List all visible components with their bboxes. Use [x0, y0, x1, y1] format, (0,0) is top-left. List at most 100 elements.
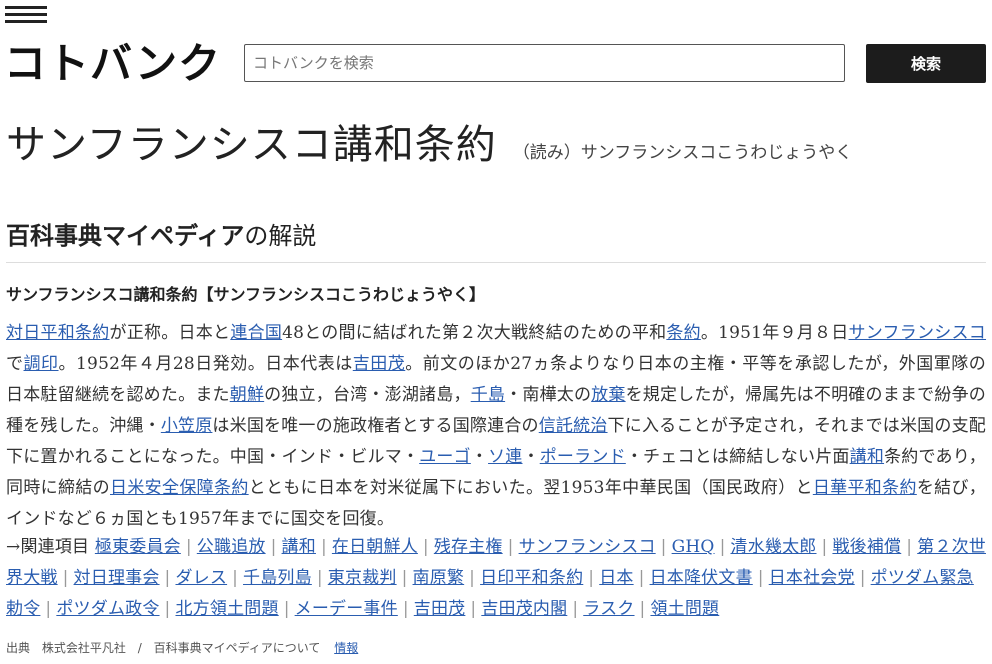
related-item-link[interactable]: 領土問題 — [650, 599, 719, 619]
related-item-link[interactable]: 講和 — [282, 537, 316, 557]
article-text: 。1951年９月８日 — [700, 323, 849, 343]
related-item-link[interactable]: 在日朝鮮人 — [332, 537, 418, 557]
article-link[interactable]: 日米安全保障条約 — [110, 478, 249, 498]
source-name: 百科事典マイペディア — [6, 222, 245, 250]
site-logo[interactable]: コトバンク — [4, 36, 221, 92]
related-item-link[interactable]: 日印平和条約 — [480, 568, 583, 588]
related-item-link[interactable]: 残存主権 — [434, 537, 503, 557]
article-text: ・チェコとは締結しない片面 — [625, 447, 850, 467]
footer-info-link[interactable]: 情報 — [334, 641, 358, 655]
article-text: が正称。日本と — [109, 323, 231, 343]
article-text: の独立，台湾・澎湖諸島， — [264, 385, 471, 405]
related-separator: | — [660, 537, 667, 557]
footer-about: 百科事典マイペディアについて — [153, 641, 321, 655]
article-text: 48との間に結ばれた第２次大戦終結のための平和 — [282, 323, 667, 343]
related-separator: | — [164, 599, 171, 619]
source-heading: 百科事典マイペディアの解説 — [6, 216, 316, 251]
related-separator: | — [470, 599, 477, 619]
entry-heading: サンフランシスコ講和条約【サンフランシスコこうわじょうやく】 — [6, 285, 486, 304]
related-item-link[interactable]: 極東委員会 — [95, 537, 181, 557]
footer: 出典 株式会社平凡社 / 百科事典マイペディアについて 情報 — [6, 639, 358, 656]
related-item-link[interactable]: ダレス — [175, 568, 227, 588]
related-separator: | — [859, 568, 866, 588]
related-separator: | — [320, 537, 327, 557]
hamburger-menu-icon[interactable] — [5, 3, 47, 25]
related-item-link[interactable]: 戦後補償 — [832, 537, 901, 557]
related-separator: | — [507, 537, 514, 557]
article-text: 。1952年４月28日発効。日本代表は — [58, 354, 353, 374]
article-link[interactable]: 条約 — [666, 323, 701, 343]
related-item-link[interactable]: 日本 — [599, 568, 633, 588]
related-separator: | — [283, 599, 290, 619]
related-item-link[interactable]: 日本降伏文書 — [650, 568, 753, 588]
related-item-link[interactable]: サンフランシスコ — [519, 537, 656, 557]
search-button[interactable]: 検索 — [866, 44, 986, 83]
related-item-link[interactable]: 吉田茂内閣 — [481, 599, 567, 619]
related-separator: | — [401, 568, 408, 588]
related-item-link[interactable]: 日本社会党 — [769, 568, 855, 588]
article-text: で — [6, 354, 24, 374]
related-item-link[interactable]: メーデー事件 — [295, 599, 398, 619]
article-text: ・ — [470, 447, 489, 467]
related-item-link[interactable]: GHQ — [672, 537, 715, 557]
related-separator: | — [164, 568, 171, 588]
related-separator: | — [62, 568, 69, 588]
footer-slash: / — [137, 641, 142, 655]
related-item-link[interactable]: ポツダム政令 — [56, 599, 159, 619]
related-separator: | — [638, 568, 645, 588]
article-link[interactable]: 朝鮮 — [230, 385, 264, 405]
menu-bar — [5, 6, 47, 9]
divider — [6, 262, 986, 263]
related-separator: | — [821, 537, 828, 557]
article-link[interactable]: 日華平和条約 — [813, 478, 917, 498]
article-link[interactable]: 吉田茂 — [353, 354, 406, 374]
article-link[interactable]: 調印 — [24, 354, 59, 374]
footer-source-label: 出典 — [6, 641, 31, 655]
article-text: とともに日本を対米従属下においた。翌1953年中華民国（国民政府）と — [248, 478, 813, 498]
article-link[interactable]: ユーゴ — [419, 447, 471, 467]
related-separator: | — [402, 599, 409, 619]
related-item-link[interactable]: 南原繁 — [413, 568, 465, 588]
related-separator: | — [270, 537, 277, 557]
related-item-link[interactable]: ラスク — [583, 599, 634, 619]
related-item-link[interactable]: 北方領土問題 — [175, 599, 278, 619]
related-items: →関連項目 極東委員会 | 公職追放 | 講和 | 在日朝鮮人 | 残存主権 | サンフランシスコ |… — [6, 532, 986, 625]
related-separator: | — [185, 537, 192, 557]
menu-bar — [5, 13, 47, 16]
article-link[interactable]: 連合国 — [230, 323, 282, 343]
article-link[interactable]: ポーランド — [540, 447, 626, 467]
related-separator: | — [316, 568, 323, 588]
related-prefix: →関連項目 — [6, 537, 90, 557]
source-suffix: の解説 — [244, 222, 317, 250]
article-link[interactable]: 放棄 — [591, 385, 625, 405]
article-link[interactable]: サンフランシスコ — [849, 323, 986, 343]
menu-bar — [5, 20, 47, 23]
page-title: サンフランシスコ講和条約 （読み）サンフランシスコこうわじょうやく — [6, 112, 852, 170]
related-item-link[interactable]: 公職追放 — [197, 537, 266, 557]
article-link[interactable]: 講和 — [850, 447, 884, 467]
related-item-link[interactable]: 千島列島 — [243, 568, 312, 588]
title-reading: （読み）サンフランシスコこうわじょうやく — [512, 143, 853, 163]
title-main: サンフランシスコ講和条約 — [6, 122, 497, 168]
article-link[interactable]: 小笠原 — [161, 416, 213, 436]
article-text: ・ — [522, 447, 540, 467]
footer-publisher: 株式会社平凡社 — [41, 641, 126, 655]
related-separator: | — [45, 599, 52, 619]
article-link[interactable]: 信託統治 — [539, 416, 608, 436]
related-item-link[interactable]: 対日理事会 — [74, 568, 160, 588]
related-separator: | — [719, 537, 726, 557]
article-text: は米国を唯一の施政権者とする国際連合の — [212, 416, 539, 436]
article-link[interactable]: 対日平和条約 — [6, 323, 110, 343]
related-separator: | — [588, 568, 595, 588]
related-separator: | — [757, 568, 764, 588]
related-separator: | — [906, 537, 913, 557]
article-body: 対日平和条約が正称。日本と連合国48との間に結ばれた第２次大戦終結のための平和条… — [6, 318, 986, 535]
related-item-link[interactable]: 吉田茂 — [414, 599, 466, 619]
article-link[interactable]: 千島 — [471, 385, 505, 405]
related-item-link[interactable]: 清水幾太郎 — [731, 537, 817, 557]
related-separator: | — [639, 599, 646, 619]
search-input[interactable] — [244, 44, 845, 82]
related-separator: | — [469, 568, 476, 588]
related-item-link[interactable]: 東京裁判 — [328, 568, 397, 588]
article-link[interactable]: ソ連 — [488, 447, 522, 467]
